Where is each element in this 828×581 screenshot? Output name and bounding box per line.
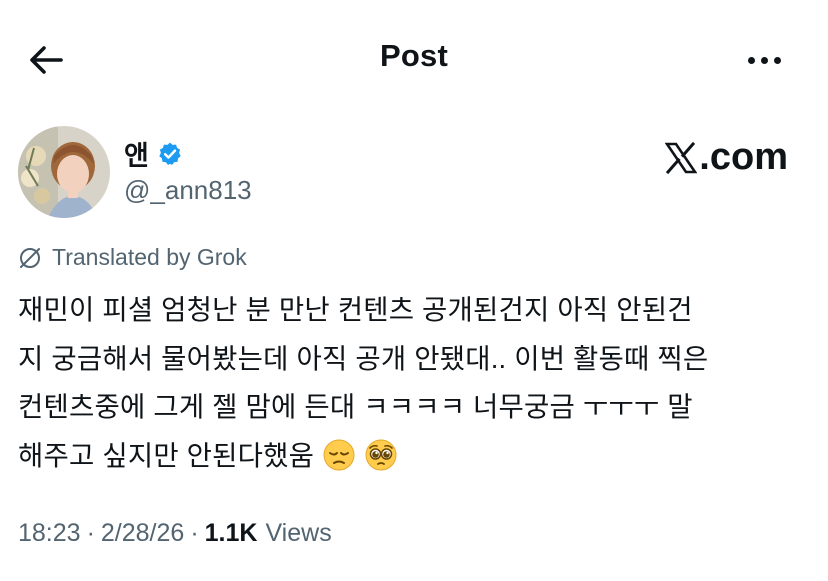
page-title: Post (380, 38, 448, 73)
verified-badge-icon (159, 142, 181, 165)
post-line-last: 해주고 싶지만 안된다했움 (18, 432, 818, 488)
avatar[interactable] (18, 126, 110, 218)
views-label: Views (265, 519, 332, 547)
post-line: 컨텐츠중에 그게 젤 맘에 든대 ㅋㅋㅋㅋ 너무궁금 ㅜㅜㅜ 말 (18, 391, 693, 422)
views-count[interactable]: 1.1K (205, 519, 258, 548)
more-options-button[interactable] (740, 42, 788, 78)
post-date[interactable]: 2/28/26 (101, 519, 184, 548)
post-line: 지 궁금해서 물어봤는데 아직 공개 안됐대.. 이번 활동때 찍은 (18, 342, 709, 374)
post-body: 재민이 피셜 엄청난 분 만난 컨텐츠 공개된건지 아직 안된건 지 궁금해서 … (18, 286, 818, 487)
x-logo-icon (665, 141, 698, 174)
meta-separator: · (86, 519, 95, 547)
brand-watermark: .com (665, 136, 788, 179)
post-meta: 18:23 · 2/28/26 · 1.1K Views (18, 519, 332, 548)
translate-icon (20, 247, 40, 268)
meta-separator: · (190, 519, 199, 547)
author-name: 앤 (124, 141, 149, 171)
brand-suffix: .com (699, 136, 788, 178)
more-horizontal-icon (747, 56, 781, 64)
post-line: 재민이 피셜 엄청난 분 만난 컨텐츠 공개된건지 아직 안된건 (18, 294, 693, 325)
top-bar: Post (0, 0, 828, 118)
author-handle[interactable]: @_ann813 (124, 175, 252, 206)
translated-label: Translated by Grok (52, 244, 247, 270)
pensive-face-emoji (322, 438, 356, 488)
author-name-row[interactable]: 앤 (124, 134, 183, 173)
pleading-face-emoji (364, 438, 398, 488)
post-line-text: 해주고 싶지만 안된다했움 (18, 439, 315, 471)
translated-by-grok[interactable]: Translated by Grok (18, 244, 247, 271)
post-time[interactable]: 18:23 (18, 519, 81, 548)
